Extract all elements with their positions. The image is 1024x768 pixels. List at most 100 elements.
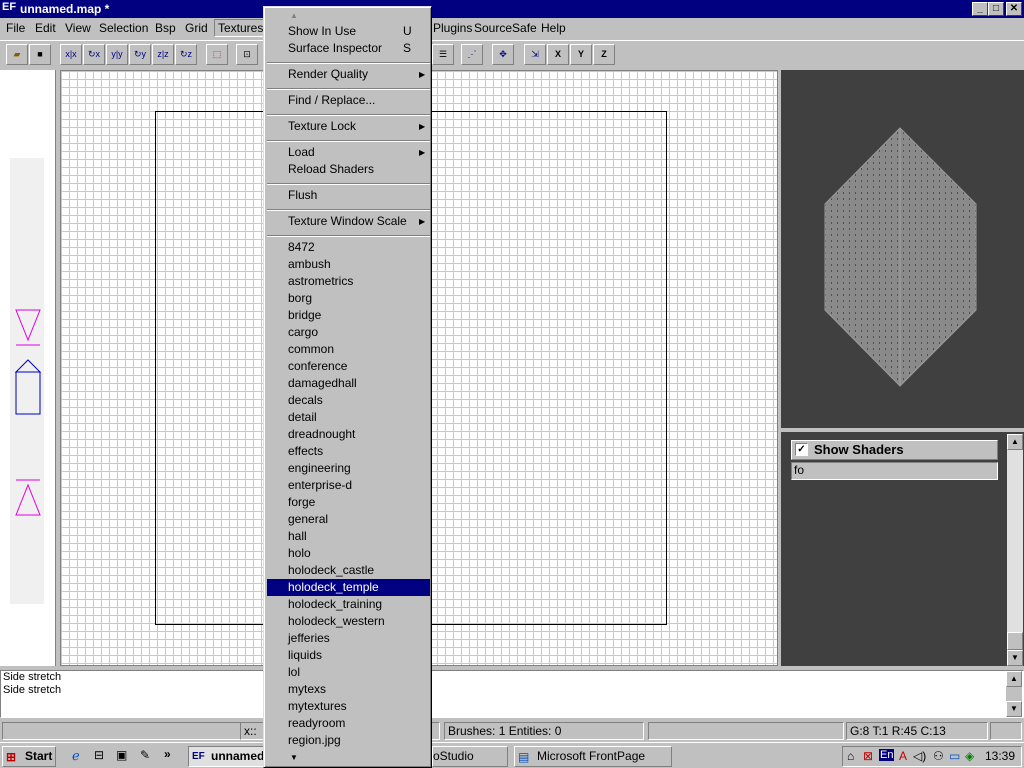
flip-x-button[interactable]: x|x xyxy=(60,44,82,65)
texture-dir-item[interactable]: mytexs xyxy=(267,681,430,698)
texture-dir-item[interactable]: holodeck_training xyxy=(267,596,430,613)
ie-icon[interactable]: ℯ xyxy=(72,748,80,764)
menu-textures[interactable]: Textures xyxy=(214,19,268,37)
menu-item-find-replace[interactable]: Find / Replace... xyxy=(267,92,430,109)
font-icon[interactable]: A xyxy=(899,749,907,763)
texture-scrollbar[interactable]: ▲ ▼ xyxy=(1007,434,1023,666)
start-button[interactable]: ⊞ Start xyxy=(2,746,56,767)
menu-item-texture-window-scale[interactable]: Texture Window Scale ▶ xyxy=(267,213,430,230)
menu-help[interactable]: Help xyxy=(541,21,566,35)
texture-dir-item[interactable]: holodeck_temple xyxy=(267,579,430,596)
menu-edit[interactable]: Edit xyxy=(35,21,56,35)
save-button[interactable]: ■ xyxy=(29,44,51,65)
select-complete-tall-button[interactable]: ⬚ xyxy=(206,44,228,65)
texture-dir-item[interactable]: dreadnought xyxy=(267,426,430,443)
texture-dir-item[interactable]: holo xyxy=(267,545,430,562)
menu-item-show-in-use[interactable]: Show In Use U xyxy=(267,23,430,40)
texture-dir-item[interactable]: common xyxy=(267,341,430,358)
menu-item-flush[interactable]: Flush xyxy=(267,187,430,204)
flip-z-button[interactable]: z|z xyxy=(152,44,174,65)
task-studio[interactable]: oStudio xyxy=(432,746,508,767)
texture-dir-item[interactable]: holodeck_castle xyxy=(267,562,430,579)
menu-item-render-quality[interactable]: Render Quality ▶ xyxy=(267,66,430,83)
z-view-panel[interactable] xyxy=(0,70,56,666)
menu-bsp[interactable]: Bsp xyxy=(155,21,176,35)
texture-dir-item[interactable]: decals xyxy=(267,392,430,409)
texture-dir-item[interactable]: effects xyxy=(267,443,430,460)
menu-plugins[interactable]: Plugins xyxy=(433,21,472,35)
menu-grid[interactable]: Grid xyxy=(185,21,208,35)
texture-dir-item[interactable]: damagedhall xyxy=(267,375,430,392)
texture-dir-item[interactable]: mytextures xyxy=(267,698,430,715)
close-button[interactable]: ✕ xyxy=(1006,2,1022,16)
clock[interactable]: 13:39 xyxy=(985,749,1015,763)
texture-dir-item[interactable]: jefferies xyxy=(267,630,430,647)
menu-view[interactable]: View xyxy=(65,21,91,35)
more-chevron-icon[interactable]: » xyxy=(164,747,171,761)
texture-dir-item[interactable]: forge xyxy=(267,494,430,511)
select-inside-button[interactable]: ⊡ xyxy=(236,44,258,65)
rotate-x-button[interactable]: ↻x xyxy=(83,44,105,65)
scroll-thumb[interactable] xyxy=(1007,632,1023,650)
texture-dir-item[interactable]: liquids xyxy=(267,647,430,664)
texture-dir-item[interactable]: general xyxy=(267,511,430,528)
console-scroll-down[interactable]: ▼ xyxy=(1006,701,1022,717)
menu-scroll-down-icon[interactable]: ▼ xyxy=(290,753,298,762)
language-indicator[interactable]: En xyxy=(879,749,895,761)
texture-dir-item[interactable]: lol xyxy=(267,664,430,681)
tray-app-icon[interactable]: ⊠ xyxy=(863,749,873,763)
menu-item-surface-inspector[interactable]: Surface Inspector S xyxy=(267,40,430,57)
texture-dir-item[interactable]: 8472 xyxy=(267,239,430,256)
texture-dir-item[interactable]: bridge xyxy=(267,307,430,324)
network-icon[interactable]: ⌂ xyxy=(847,749,854,763)
camera-view[interactable] xyxy=(781,70,1024,428)
console-output[interactable]: Side stretch Side stretch ▲ ▼ xyxy=(0,670,1024,718)
power-icon[interactable]: ⚇ xyxy=(933,749,944,763)
texture-dir-item[interactable]: holodeck_western xyxy=(267,613,430,630)
texture-dir-item[interactable]: conference xyxy=(267,358,430,375)
axis-y-button[interactable]: Y xyxy=(570,44,592,65)
texture-dir-item[interactable]: astrometrics xyxy=(267,273,430,290)
show-shaders-checkbox[interactable]: ✓ xyxy=(795,443,808,456)
rotate-y-button[interactable]: ↻y xyxy=(129,44,151,65)
explorer-icon[interactable]: ⊟ xyxy=(94,748,104,762)
maximize-button[interactable]: □ xyxy=(988,2,1004,16)
monitor-icon[interactable]: ▭ xyxy=(949,749,960,763)
task-radiant[interactable]: EF unnamed. xyxy=(188,746,264,767)
view-entity-button[interactable]: ☰ xyxy=(432,44,454,65)
app-icon[interactable]: EF xyxy=(2,1,16,13)
texture-dir-item[interactable]: readyroom xyxy=(267,715,430,732)
outlook-icon[interactable]: ▣ xyxy=(116,748,127,762)
menu-item-texture-lock[interactable]: Texture Lock ▶ xyxy=(267,118,430,135)
menu-selection[interactable]: Selection xyxy=(99,21,148,35)
console-scroll-up[interactable]: ▲ xyxy=(1006,671,1022,687)
axis-z-button[interactable]: Z xyxy=(593,44,615,65)
axis-x-button[interactable]: X xyxy=(547,44,569,65)
free-rotation-button[interactable]: ✥ xyxy=(492,44,514,65)
minimize-button[interactable]: _ xyxy=(972,2,988,16)
texture-dir-item[interactable]: engineering xyxy=(267,460,430,477)
menu-file[interactable]: File xyxy=(6,21,25,35)
show-shaders-toggle[interactable]: ✓ Show Shaders xyxy=(791,440,998,460)
menu-sourcesafe[interactable]: SourceSafe xyxy=(474,21,537,35)
desktop-icon[interactable]: ✎ xyxy=(140,748,150,762)
scroll-down-button[interactable]: ▼ xyxy=(1007,650,1023,666)
menu-item-load[interactable]: Load ▶ xyxy=(267,144,430,161)
task-frontpage[interactable]: ▤ Microsoft FrontPage xyxy=(514,746,672,767)
open-button[interactable]: ▰ xyxy=(6,44,28,65)
texture-filter-input[interactable]: fo xyxy=(791,462,998,480)
scheduler-icon[interactable]: ◈ xyxy=(965,749,974,763)
texture-dir-item[interactable]: region.jpg xyxy=(267,732,430,749)
volume-icon[interactable]: ◁) xyxy=(913,749,926,763)
rotate-z-button[interactable]: ↻z xyxy=(175,44,197,65)
menu-scroll-up-icon[interactable]: ▲ xyxy=(290,11,298,20)
console-scrollbar[interactable]: ▲ ▼ xyxy=(1006,671,1022,717)
scale-button[interactable]: ⇲ xyxy=(524,44,546,65)
texture-dir-item[interactable]: detail xyxy=(267,409,430,426)
vertex-edit-button[interactable]: ⋰ xyxy=(461,44,483,65)
scroll-up-button[interactable]: ▲ xyxy=(1007,434,1023,450)
texture-dir-item[interactable]: enterprise-d xyxy=(267,477,430,494)
texture-dir-item[interactable]: ambush xyxy=(267,256,430,273)
flip-y-button[interactable]: y|y xyxy=(106,44,128,65)
menu-item-reload-shaders[interactable]: Reload Shaders xyxy=(267,161,430,178)
